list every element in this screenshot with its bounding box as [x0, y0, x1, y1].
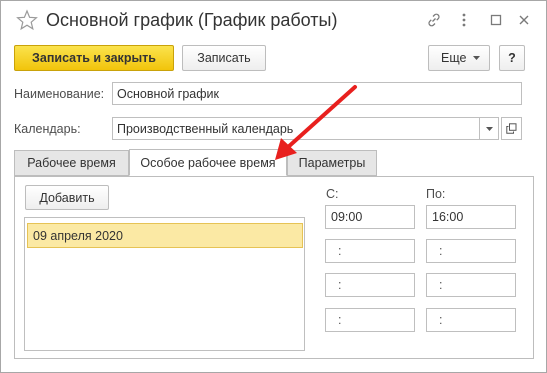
from-time-input[interactable]: :	[325, 239, 415, 263]
list-item[interactable]: 09 апреля 2020	[27, 223, 303, 248]
close-icon[interactable]	[515, 11, 533, 29]
to-label: По:	[426, 187, 446, 201]
link-icon[interactable]	[425, 11, 443, 29]
more-button[interactable]: Еще	[428, 45, 490, 71]
dates-list[interactable]: 09 апреля 2020	[24, 217, 305, 351]
add-button[interactable]: Добавить	[25, 185, 109, 210]
tab-parameters[interactable]: Параметры	[287, 150, 377, 176]
help-button[interactable]: ?	[499, 45, 525, 71]
to-time-input[interactable]: :	[426, 273, 516, 297]
chevron-down-icon	[485, 126, 493, 131]
tab-special-working-time[interactable]: Особое рабочее время	[129, 149, 287, 176]
to-time-input[interactable]: :	[426, 239, 516, 263]
name-field[interactable]: Основной график	[112, 82, 522, 105]
tab-working-time[interactable]: Рабочее время	[14, 150, 129, 176]
from-time-input[interactable]: 09:00	[325, 205, 415, 229]
from-time-input[interactable]: :	[325, 308, 415, 332]
to-time-input[interactable]: 16:00	[426, 205, 516, 229]
calendar-open-button[interactable]	[501, 117, 522, 140]
maximize-icon[interactable]	[487, 11, 505, 29]
name-label: Наименование:	[14, 87, 105, 101]
to-time-input[interactable]: :	[426, 308, 516, 332]
save-and-close-button[interactable]: Записать и закрыть	[14, 45, 174, 71]
window-title: Основной график (График работы)	[46, 10, 338, 30]
chevron-down-icon	[473, 56, 481, 60]
open-external-icon	[506, 123, 517, 134]
calendar-dropdown-button[interactable]	[479, 117, 499, 140]
calendar-field[interactable]: Производственный календарь	[112, 117, 480, 140]
form-window: Основной график (График работы) Записать…	[0, 0, 547, 373]
from-label: С:	[326, 187, 339, 201]
save-button[interactable]: Записать	[182, 45, 266, 71]
more-button-label: Еще	[441, 51, 467, 65]
from-time-input[interactable]: :	[325, 273, 415, 297]
more-actions-icon[interactable]	[455, 11, 473, 29]
favorite-star-icon[interactable]	[16, 9, 38, 31]
calendar-label: Календарь:	[14, 122, 81, 136]
